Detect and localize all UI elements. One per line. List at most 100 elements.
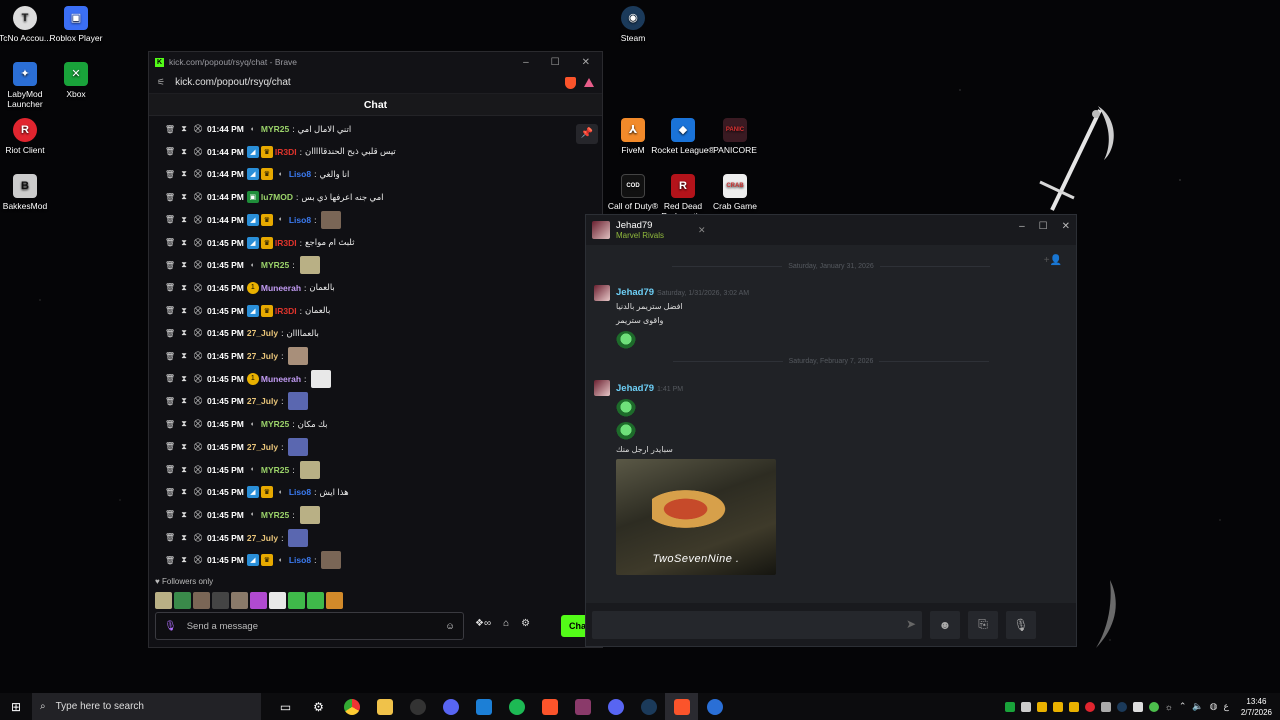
- quick-emote[interactable]: [212, 592, 229, 609]
- delete-message-icon[interactable]: 🗑: [163, 533, 177, 542]
- delete-message-icon[interactable]: 🗑: [163, 556, 177, 565]
- timeout-icon[interactable]: ⧗: [177, 283, 191, 293]
- timeout-icon[interactable]: ⧗: [177, 124, 191, 134]
- message-username[interactable]: Liso8: [289, 487, 311, 497]
- voice-icon[interactable]: 🎙: [1006, 610, 1036, 639]
- app-window-icon[interactable]: [467, 693, 500, 720]
- ban-icon[interactable]: ⛒: [191, 442, 205, 452]
- windows-start-icon[interactable]: ⊞: [0, 693, 32, 720]
- quick-emote[interactable]: [174, 592, 191, 609]
- tray-icon[interactable]: [1036, 701, 1047, 712]
- network-icon[interactable]: ☼: [1165, 702, 1173, 712]
- wifi-icon[interactable]: ◍: [1210, 701, 1218, 712]
- shared-image[interactable]: TwoSevenNine .: [616, 459, 776, 575]
- taskbar-search-box[interactable]: ⌕ Type here to search: [32, 693, 261, 720]
- delete-message-icon[interactable]: 🗑: [163, 125, 177, 134]
- timeout-icon[interactable]: ⧗: [177, 328, 191, 338]
- delete-message-icon[interactable]: 🗑: [163, 442, 177, 451]
- settings-app-icon[interactable]: ⚙: [302, 693, 335, 720]
- chat-message[interactable]: 🗑 ⧗ ⛒ 01:44 PM ◐ MYR25: اتني الامال امي: [163, 118, 351, 140]
- tray-icon[interactable]: [1068, 701, 1079, 712]
- minimize-icon[interactable]: –: [523, 57, 529, 68]
- ban-icon[interactable]: ⛒: [191, 533, 205, 543]
- brave-icon[interactable]: [533, 693, 566, 720]
- delete-message-icon[interactable]: 🗑: [163, 261, 177, 270]
- timeout-icon[interactable]: ⧗: [177, 510, 191, 520]
- riot-tray-icon[interactable]: [1084, 701, 1095, 712]
- message-username[interactable]: MYR25: [261, 510, 289, 520]
- timeout-icon[interactable]: ⧗: [177, 351, 191, 361]
- message-username[interactable]: MYR25: [261, 419, 289, 429]
- delete-message-icon[interactable]: 🗑: [163, 397, 177, 406]
- mic-tray-icon[interactable]: [1132, 701, 1143, 712]
- timeout-icon[interactable]: ⧗: [177, 533, 191, 543]
- winrar-icon[interactable]: [566, 693, 599, 720]
- ban-icon[interactable]: ⛒: [191, 124, 205, 134]
- address-bar[interactable]: ⚟ kick.com/popout/rsyq/chat: [149, 72, 602, 94]
- chat-message[interactable]: 🗑 ⧗ ⛒ 01:45 PM 27_July: بالعماااان: [163, 322, 319, 344]
- chat-message[interactable]: 🗑 ⧗ ⛒ 01:45 PM ◢ ♛ IR3DI: ثلبث ام مواجع: [163, 232, 355, 254]
- ban-icon[interactable]: ⛒: [191, 260, 205, 270]
- quick-emote[interactable]: [250, 592, 267, 609]
- tray-icon[interactable]: [1020, 701, 1031, 712]
- delete-message-icon[interactable]: 🗑: [163, 488, 177, 497]
- chat-message[interactable]: 🗑 ⧗ ⛒ 01:45 PM ◐ MYR25:: [163, 254, 320, 276]
- message-username[interactable]: 27_July: [247, 533, 278, 543]
- delete-message-icon[interactable]: 🗑: [163, 510, 177, 519]
- quick-emote[interactable]: [155, 592, 172, 609]
- timeout-icon[interactable]: ⧗: [177, 555, 191, 565]
- chat-message[interactable]: 🗑 ⧗ ⛒ 01:45 PM ◢ ♛ IR3DI: بالعمان: [163, 300, 330, 322]
- quick-emote[interactable]: [288, 592, 305, 609]
- ban-icon[interactable]: ⛒: [191, 487, 205, 497]
- desktop-icon-crab-game[interactable]: CRAB Crab Game: [703, 174, 767, 211]
- chat-message[interactable]: 🗑 ⧗ ⛒ 01:45 PM 27_July:: [163, 527, 309, 549]
- steam-message-input[interactable]: ➤: [592, 610, 922, 639]
- message-username[interactable]: 27_July: [247, 351, 278, 361]
- message-username[interactable]: Liso8: [289, 215, 311, 225]
- delete-message-icon[interactable]: 🗑: [163, 283, 177, 292]
- chat-message[interactable]: 🗑 ⧗ ⛒ 01:45 PM ◢ ♛ ◐ Liso8: هذا ايش: [163, 481, 349, 503]
- ban-icon[interactable]: ⛒: [191, 396, 205, 406]
- message-username[interactable]: IR3DI: [275, 306, 297, 316]
- chat-message[interactable]: 🗑 ⧗ ⛒ 01:44 PM ◢ ♛ IR3DI: تيس قلبي ذبح الحندقاا…: [163, 141, 396, 163]
- timeout-icon[interactable]: ⧗: [177, 192, 191, 202]
- delete-message-icon[interactable]: 🗑: [163, 238, 177, 247]
- desktop-icon-steam[interactable]: ◉ Steam: [601, 6, 665, 43]
- minimize-icon[interactable]: –: [1019, 221, 1025, 232]
- kick-points-icon[interactable]: ❖∞: [475, 618, 491, 629]
- chat-message[interactable]: 🗑 ⧗ ⛒ 01:45 PM ◢ ♛ ◐ Liso8:: [163, 549, 342, 571]
- message-username[interactable]: Liso8: [289, 169, 311, 179]
- timeout-icon[interactable]: ⧗: [177, 419, 191, 429]
- close-tab-icon[interactable]: ✕: [698, 225, 706, 236]
- timeout-icon[interactable]: ⧗: [177, 238, 191, 248]
- ban-icon[interactable]: ⛒: [191, 238, 205, 248]
- desktop-icon-xbox[interactable]: ✕ Xbox: [44, 62, 108, 99]
- brave-shield-icon[interactable]: [565, 76, 576, 89]
- quick-emote[interactable]: [231, 592, 248, 609]
- steam-taskbar-icon[interactable]: [632, 693, 665, 720]
- delete-message-icon[interactable]: 🗑: [163, 147, 177, 156]
- obs-icon[interactable]: [401, 693, 434, 720]
- chat-message[interactable]: 🗑 ⧗ ⛒ 01:45 PM 27_July:: [163, 436, 309, 458]
- site-settings-icon[interactable]: ⚟: [157, 77, 165, 88]
- quick-emote[interactable]: [193, 592, 210, 609]
- quick-emote[interactable]: [326, 592, 343, 609]
- language-indicator[interactable]: ع: [1223, 701, 1228, 712]
- ban-icon[interactable]: ⛒: [191, 465, 205, 475]
- chat-message[interactable]: 🗑 ⧗ ⛒ 01:44 PM ◢ ♛ ◐ Liso8: انا والغي: [163, 163, 349, 185]
- timeout-icon[interactable]: ⧗: [177, 260, 191, 270]
- maximize-icon[interactable]: ☐: [1039, 221, 1048, 232]
- quick-emote[interactable]: [307, 592, 324, 609]
- chat-message[interactable]: 🗑 ⧗ ⛒ 01:45 PM 1 Muneerah: بالعمان: [163, 277, 335, 299]
- timeout-icon[interactable]: ⧗: [177, 465, 191, 475]
- timeout-icon[interactable]: ⧗: [177, 306, 191, 316]
- timeout-icon[interactable]: ⧗: [177, 147, 191, 157]
- chat-message[interactable]: 🗑 ⧗ ⛒ 01:45 PM 27_July:: [163, 390, 309, 412]
- timeout-icon[interactable]: ⧗: [177, 215, 191, 225]
- delete-message-icon[interactable]: 🗑: [163, 329, 177, 338]
- microphone-icon[interactable]: 🎙: [164, 621, 177, 632]
- close-icon[interactable]: ✕: [1062, 221, 1070, 232]
- message-username[interactable]: Liso8: [289, 555, 311, 565]
- ban-icon[interactable]: ⛒: [191, 510, 205, 520]
- message-username[interactable]: MYR25: [261, 124, 289, 134]
